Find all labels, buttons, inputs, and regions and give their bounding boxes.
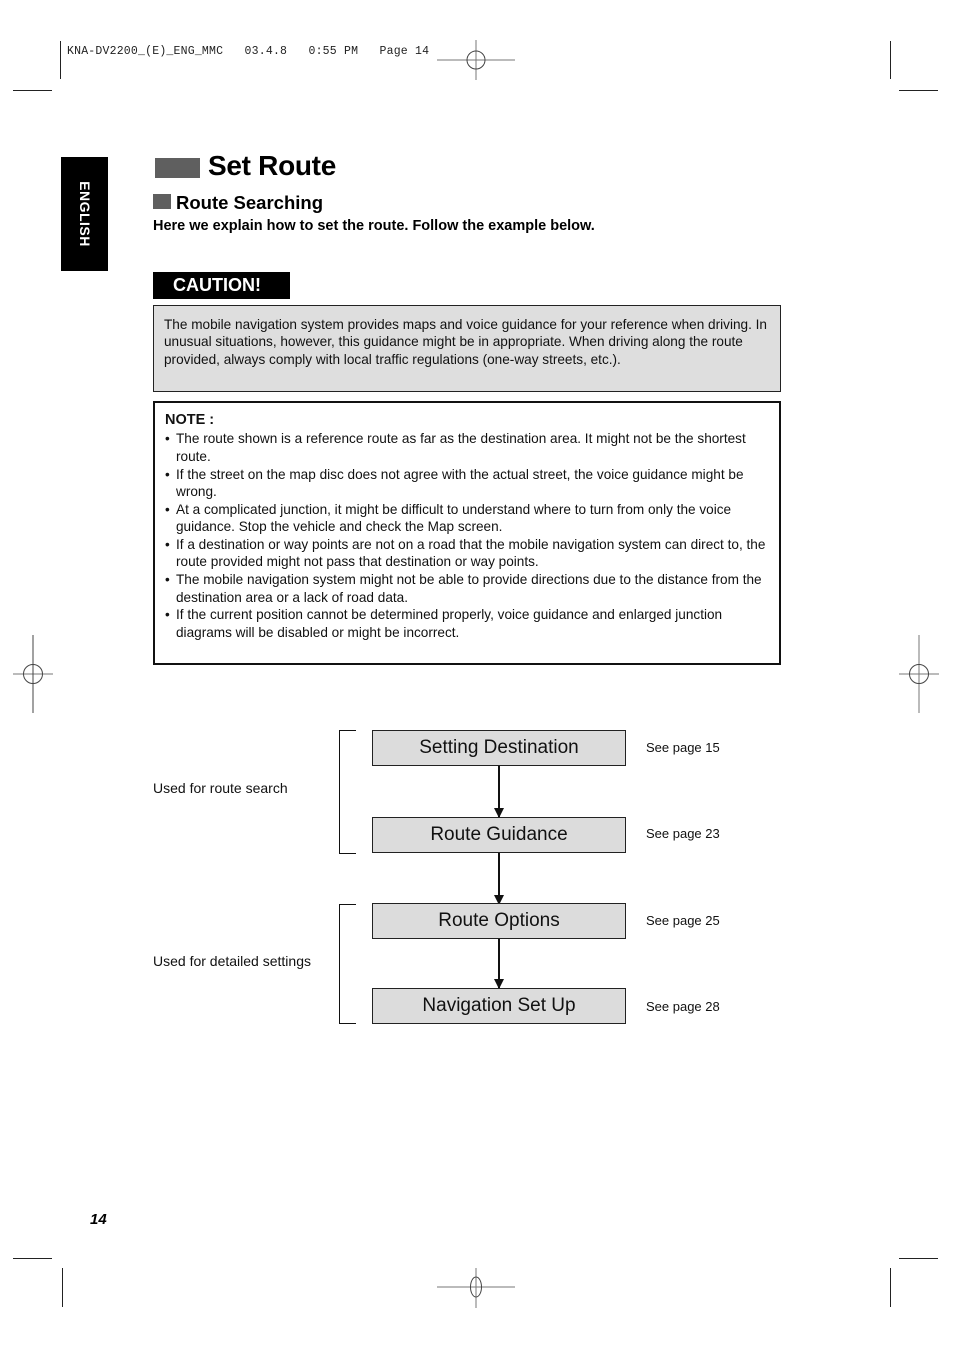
flow-step-navigation-set-up: Navigation Set Up	[372, 988, 626, 1024]
note-item: • The mobile navigation system might not …	[165, 571, 769, 606]
caution-box: The mobile navigation system provides ma…	[153, 305, 781, 392]
note-item-text: The route shown is a reference route as …	[176, 431, 746, 464]
note-item: • At a complicated junction, it might be …	[165, 501, 769, 536]
note-box: NOTE : • The route shown is a reference r…	[153, 401, 781, 665]
note-item: • If the street on the map disc does not …	[165, 466, 769, 501]
bullet-icon: •	[165, 607, 170, 623]
arrow-down-icon	[494, 766, 504, 818]
crop-mark-bottom-right-vertical	[890, 1268, 891, 1307]
flow-step-reference: See page 25	[646, 913, 720, 928]
note-item: • If the current position cannot be deter…	[165, 606, 769, 641]
print-page: Page 14	[379, 45, 430, 58]
group-label-route-search: Used for route search	[153, 780, 288, 796]
note-item-text: If the current position cannot be determ…	[176, 607, 723, 640]
print-file-name: KNA-DV2200_(E)_ENG_MMC	[67, 45, 224, 58]
crop-mark-top-left-horizontal	[13, 90, 52, 91]
registration-mark-bottom	[437, 1268, 515, 1308]
bullet-icon: •	[165, 501, 170, 517]
note-title: NOTE :	[165, 412, 215, 428]
note-item-text: If a destination or way points are not o…	[176, 537, 766, 570]
arrow-down-icon	[494, 853, 504, 905]
arrow-down-icon	[494, 939, 504, 989]
caution-label: CAUTION!	[153, 272, 290, 299]
page-number: 14	[90, 1211, 107, 1228]
crop-mark-top-left-vertical	[60, 41, 61, 79]
language-tab: ENGLISH	[61, 157, 108, 271]
crop-mark-bottom-left-vertical	[62, 1268, 63, 1307]
subtitle-marker	[153, 194, 171, 209]
flow-step-reference: See page 15	[646, 740, 720, 755]
flow-step-reference: See page 28	[646, 999, 720, 1014]
registration-mark-left	[13, 635, 53, 713]
bullet-icon: •	[165, 466, 170, 482]
note-item: • If a destination or way points are not …	[165, 536, 769, 571]
registration-mark-top	[437, 40, 515, 80]
registration-mark-right	[899, 635, 939, 713]
crop-mark-bottom-left-horizontal	[13, 1258, 52, 1259]
group-label-detailed-settings: Used for detailed settings	[153, 953, 311, 969]
note-item-text: The mobile navigation system might not b…	[176, 572, 762, 605]
note-item-text: At a complicated junction, it might be d…	[176, 501, 732, 535]
caution-text: The mobile navigation system provides ma…	[164, 317, 767, 367]
print-time: 0:55 PM	[308, 45, 359, 58]
flow-step-reference: See page 23	[646, 826, 720, 841]
note-list: • The route shown is a reference route as…	[165, 430, 769, 641]
page-title: Set Route	[208, 150, 336, 181]
note-item-text: If the street on the map disc does not a…	[176, 466, 744, 500]
flow-step-route-options: Route Options	[372, 903, 626, 939]
flow-step-route-guidance: Route Guidance	[372, 817, 626, 853]
bullet-icon: •	[165, 537, 170, 553]
title-marker	[155, 158, 200, 178]
language-tab-label: ENGLISH	[76, 181, 93, 247]
group-bracket-route-search	[339, 730, 356, 854]
note-item: • The route shown is a reference route as…	[165, 430, 769, 465]
crop-mark-bottom-right-horizontal	[899, 1258, 938, 1259]
flow-step-setting-destination: Setting Destination	[372, 730, 626, 766]
crop-mark-top-right-horizontal	[899, 90, 938, 91]
print-header: KNA-DV2200_(E)_ENG_MMC 03.4.8 0:55 PM Pa…	[67, 45, 429, 58]
section-intro: Here we explain how to set the route. Fo…	[153, 218, 595, 234]
bullet-icon: •	[165, 572, 170, 588]
group-bracket-detailed-settings	[339, 904, 356, 1024]
section-subtitle: Route Searching	[176, 192, 323, 213]
bullet-icon: •	[165, 431, 170, 447]
crop-mark-top-right-vertical	[890, 41, 891, 79]
print-date: 03.4.8	[244, 45, 288, 58]
